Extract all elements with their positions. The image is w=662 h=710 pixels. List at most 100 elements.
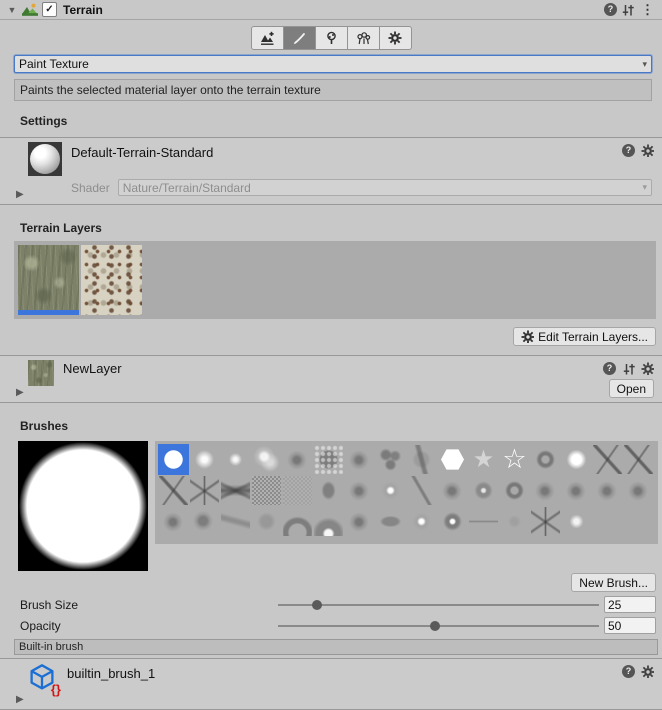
terrain-tool-toolbar bbox=[0, 20, 662, 55]
opacity-label: Opacity bbox=[20, 619, 278, 633]
brush-item-speckle[interactable] bbox=[313, 444, 344, 475]
brush-item-hard[interactable] bbox=[158, 444, 189, 475]
brush-item-cluster[interactable] bbox=[375, 444, 406, 475]
paint-terrain-button[interactable] bbox=[284, 26, 316, 50]
brush-area: ★☆ bbox=[18, 441, 662, 571]
edit-terrain-layers-button[interactable]: Edit Terrain Layers... bbox=[513, 327, 656, 346]
material-foldout-icon[interactable]: ▶ bbox=[16, 189, 24, 200]
new-layer-presets-icon[interactable] bbox=[622, 362, 635, 375]
brush-item-soft2[interactable] bbox=[561, 444, 592, 475]
brush-item-hexagon[interactable] bbox=[437, 444, 468, 475]
brush-size-label: Brush Size bbox=[20, 598, 278, 612]
help-icon[interactable]: ? bbox=[604, 3, 617, 16]
new-layer-foldout-icon[interactable]: ▶ bbox=[16, 387, 24, 398]
material-help-icon[interactable]: ? bbox=[622, 144, 635, 157]
brush-item-noisefaint[interactable] bbox=[282, 475, 313, 506]
chevron-down-icon: ▾ bbox=[642, 59, 647, 70]
brush-item-bright[interactable] bbox=[375, 475, 406, 506]
brush-item-twig[interactable] bbox=[592, 444, 623, 475]
terrain-layer-thumbnail-stone[interactable] bbox=[81, 245, 142, 315]
builtin-brush-header: {} builtin_brush_1 ? ▶ bbox=[0, 658, 662, 710]
brush-item-streaksm[interactable] bbox=[406, 475, 437, 506]
new-layer-gear-icon[interactable] bbox=[641, 362, 654, 375]
context-menu-icon[interactable]: ⋮ bbox=[639, 2, 656, 18]
opacity-field[interactable] bbox=[604, 617, 656, 634]
brush-size-slider[interactable] bbox=[278, 598, 599, 612]
brush-item-line[interactable] bbox=[468, 506, 499, 537]
shader-dropdown-value: Nature/Terrain/Standard bbox=[123, 181, 251, 195]
create-neighbor-terrains-button[interactable] bbox=[251, 26, 284, 50]
brush-item-splat[interactable] bbox=[158, 506, 189, 537]
brush-item-branch[interactable] bbox=[189, 475, 220, 506]
brush-item-arc[interactable] bbox=[282, 506, 313, 537]
terrain-inspector-panel: ▼ ✓ Terrain ? ⋮ bbox=[0, 0, 662, 690]
brush-item-splat[interactable] bbox=[437, 475, 468, 506]
new-layer-thumbnail[interactable] bbox=[28, 360, 54, 386]
paint-tool-dropdown[interactable]: Paint Texture ▾ bbox=[14, 55, 652, 73]
brush-item-swirl[interactable] bbox=[499, 475, 530, 506]
brush-item-splat[interactable] bbox=[344, 444, 375, 475]
chevron-down-icon: ▾ bbox=[642, 182, 647, 193]
paint-trees-button[interactable] bbox=[316, 26, 348, 50]
brush-item-noise[interactable] bbox=[251, 475, 282, 506]
brush-asset-icon[interactable]: {} bbox=[28, 663, 58, 695]
brush-item-plant[interactable] bbox=[220, 475, 251, 506]
brush-item-branch[interactable] bbox=[530, 506, 561, 537]
brush-preview bbox=[18, 441, 148, 571]
brush-item-smudge[interactable] bbox=[375, 506, 406, 537]
brush-item-dotfaint[interactable] bbox=[499, 506, 530, 537]
new-brush-button[interactable]: New Brush... bbox=[571, 573, 656, 592]
terrain-layers-section-label: Terrain Layers bbox=[20, 221, 662, 235]
opacity-slider-knob[interactable] bbox=[430, 621, 440, 631]
paint-details-button[interactable] bbox=[348, 26, 380, 50]
brush-item-soft[interactable] bbox=[189, 444, 220, 475]
brush-grid: ★☆ bbox=[155, 441, 658, 544]
shader-label: Shader bbox=[71, 181, 110, 195]
terrain-layer-thumbnail-grass[interactable] bbox=[18, 245, 79, 315]
brush-item-arcbright[interactable] bbox=[313, 506, 344, 537]
brush-item-blob2[interactable] bbox=[189, 506, 220, 537]
builtin-brush-help-icon[interactable]: ? bbox=[622, 665, 635, 678]
terrain-icon bbox=[22, 3, 38, 16]
material-gear-icon[interactable] bbox=[641, 144, 654, 157]
brush-item-splat[interactable] bbox=[623, 475, 654, 506]
brush-item-star6[interactable]: ★ bbox=[468, 444, 499, 475]
builtin-brush-foldout-icon[interactable]: ▶ bbox=[16, 694, 24, 705]
builtin-brush-gear-icon[interactable] bbox=[641, 665, 654, 678]
brush-item-bright[interactable] bbox=[406, 506, 437, 537]
open-layer-label: Open bbox=[617, 382, 646, 396]
brush-item-splat[interactable] bbox=[592, 475, 623, 506]
brush-item-twig[interactable] bbox=[623, 444, 654, 475]
tool-help-box: Paints the selected material layer onto … bbox=[14, 79, 652, 101]
brush-item-splatstar[interactable] bbox=[437, 506, 468, 537]
presets-icon[interactable] bbox=[621, 3, 635, 17]
brush-item-splatround[interactable] bbox=[468, 475, 499, 506]
brush-item-softdot[interactable] bbox=[561, 506, 592, 537]
brush-item-splat[interactable] bbox=[561, 475, 592, 506]
brush-item-splat[interactable] bbox=[344, 475, 375, 506]
brush-item-star5[interactable]: ☆ bbox=[499, 444, 530, 475]
brush-item-dot[interactable] bbox=[220, 444, 251, 475]
new-brush-label: New Brush... bbox=[579, 576, 648, 590]
brush-item-splat[interactable] bbox=[282, 444, 313, 475]
edit-terrain-layers-label: Edit Terrain Layers... bbox=[538, 330, 648, 344]
terrain-settings-button[interactable] bbox=[380, 26, 412, 50]
brush-item-wisp[interactable] bbox=[220, 506, 251, 537]
foldout-open-icon[interactable]: ▼ bbox=[6, 5, 18, 15]
brush-item-splat[interactable] bbox=[344, 506, 375, 537]
open-layer-button[interactable]: Open bbox=[609, 379, 654, 398]
brush-item-swirl[interactable] bbox=[530, 444, 561, 475]
enabled-checkbox[interactable]: ✓ bbox=[42, 2, 57, 17]
brush-size-slider-knob[interactable] bbox=[312, 600, 322, 610]
new-layer-help-icon[interactable]: ? bbox=[603, 362, 616, 375]
brush-item-faint[interactable] bbox=[251, 506, 282, 537]
brush-item-splat[interactable] bbox=[530, 475, 561, 506]
brush-item-blob[interactable] bbox=[251, 444, 282, 475]
gear-icon bbox=[521, 330, 534, 343]
brush-item-twig[interactable] bbox=[158, 475, 189, 506]
opacity-slider[interactable] bbox=[278, 619, 599, 633]
brush-item-streak[interactable] bbox=[406, 444, 437, 475]
brush-size-field[interactable] bbox=[604, 596, 656, 613]
material-preview-sphere[interactable] bbox=[28, 142, 62, 176]
brush-item-leaf[interactable] bbox=[313, 475, 344, 506]
